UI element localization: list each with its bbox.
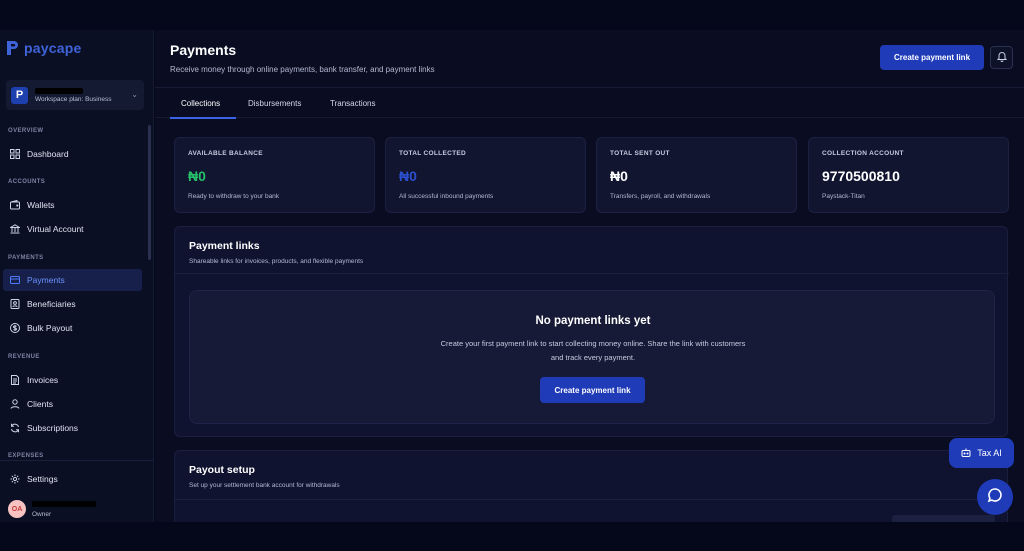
bell-icon (996, 49, 1007, 67)
active-tab-indicator (170, 117, 236, 119)
sidebar-item-clients[interactable]: Clients (3, 393, 142, 415)
stat-label: AVAILABLE BALANCE (188, 150, 263, 157)
gear-icon (9, 474, 20, 485)
logo-icon (6, 40, 19, 56)
stat-note: Ready to withdraw to your bank (188, 193, 280, 200)
sidebar-item-label: Bulk Payout (27, 323, 73, 333)
stat-value: 9770500810 (822, 168, 900, 184)
tab-collections[interactable]: Collections (181, 99, 220, 108)
sidebar-item-settings[interactable]: Settings (3, 468, 142, 490)
wallet-icon (9, 200, 20, 211)
stat-value: ₦0 (610, 168, 628, 184)
panel-title: Payment links (189, 240, 260, 252)
sidebar-item-label: Virtual Account (27, 224, 84, 234)
sidebar-item-virtual-account[interactable]: Virtual Account (3, 218, 142, 240)
chevron-down-icon: ⌄ (131, 90, 138, 99)
section-accounts: ACCOUNTS (8, 179, 46, 185)
workspace-name-redacted (35, 87, 83, 94)
stat-label: COLLECTION ACCOUNT (822, 150, 904, 157)
sidebar-item-label: Dashboard (27, 149, 69, 159)
user-icon (9, 399, 20, 410)
stat-card-total-collected: TOTAL COLLECTED ₦0 All successful inboun… (385, 137, 586, 213)
user-name-redacted (32, 501, 96, 507)
panel-divider (175, 499, 1009, 500)
stat-note: All successful inbound payments (399, 193, 494, 200)
sidebar-item-label: Wallets (27, 200, 55, 210)
page-title: Payments (170, 42, 237, 58)
sidebar-item-beneficiaries[interactable]: Beneficiaries (3, 293, 142, 315)
notifications-button[interactable] (990, 46, 1013, 69)
user-role: Owner (32, 511, 52, 518)
stat-card-collection-account: COLLECTION ACCOUNT 9770500810 Paystack-T… (808, 137, 1009, 213)
sidebar-item-bulk-payout[interactable]: Bulk Payout (3, 317, 142, 339)
stat-card-available-balance: AVAILABLE BALANCE ₦0 Ready to withdraw t… (174, 137, 375, 213)
brand-logo[interactable]: paycape (6, 40, 81, 56)
workspace-avatar: P (11, 86, 28, 104)
refresh-icon (9, 423, 20, 434)
panel-subtitle: Set up your settlement bank account for … (189, 482, 340, 489)
chat-launcher-button[interactable] (977, 479, 1013, 515)
section-revenue: REVENUE (8, 354, 40, 360)
sidebar-scrollbar[interactable] (148, 125, 151, 260)
stat-label: TOTAL COLLECTED (399, 150, 466, 157)
sidebar-divider (0, 460, 154, 461)
sidebar-item-label: Invoices (27, 375, 59, 385)
stat-value: ₦0 (188, 168, 206, 184)
robot-icon (961, 448, 971, 459)
tab-disbursements[interactable]: Disbursements (248, 99, 301, 108)
brand-name: paycape (24, 40, 82, 56)
empty-state-description: Create your first payment link to start … (440, 339, 746, 362)
panel-subtitle: Shareable links for invoices, products, … (189, 258, 364, 265)
dollar-circle-icon (9, 323, 20, 334)
sidebar-item-label: Subscriptions (27, 423, 79, 433)
stat-value: ₦0 (399, 168, 417, 184)
payment-links-panel: Payment links Shareable links for invoic… (174, 226, 1009, 437)
workspace-switcher[interactable]: P Workspace plan: Business ⌄ (6, 80, 144, 110)
sidebar-item-payments[interactable]: Payments (3, 269, 142, 291)
tabs-bar: Collections Disbursements Transactions (155, 87, 1024, 119)
section-payments: PAYMENTS (8, 255, 44, 261)
sidebar-item-label: Beneficiaries (27, 299, 76, 309)
stat-label: TOTAL SENT OUT (610, 150, 670, 157)
sidebar: paycape P Workspace plan: Business ⌄ OVE… (0, 30, 154, 522)
contact-book-icon (9, 299, 20, 310)
sidebar-item-dashboard[interactable]: Dashboard (3, 143, 142, 165)
page-subtitle: Receive money through online payments, b… (170, 65, 435, 74)
main-content: Payments Receive money through online pa… (155, 30, 1024, 530)
section-expenses: EXPENSES (8, 453, 44, 459)
top-letterbox (0, 0, 1024, 30)
tax-ai-label: Tax AI (977, 448, 1002, 458)
create-payment-link-button[interactable]: Create payment link (880, 45, 984, 70)
tax-ai-button[interactable]: Tax AI (949, 438, 1014, 468)
document-icon (9, 375, 20, 386)
bottom-letterbox (0, 522, 1024, 551)
sidebar-item-invoices[interactable]: Invoices (3, 369, 142, 391)
sidebar-item-subscriptions[interactable]: Subscriptions (3, 417, 142, 439)
stat-note: Transfers, payroll, and withdrawals (610, 193, 711, 200)
workspace-plan: Workspace plan: Business (35, 95, 112, 103)
grid-icon (9, 149, 20, 160)
empty-state: No payment links yet Create your first p… (189, 290, 995, 424)
sidebar-item-label: Settings (27, 474, 58, 484)
stat-note: Paystack-Titan (822, 193, 865, 200)
bank-icon (9, 224, 20, 235)
tab-transactions[interactable]: Transactions (330, 99, 376, 108)
sidebar-item-label: Payments (27, 275, 65, 285)
credit-card-icon (9, 275, 20, 286)
payout-setup-panel: Payout setup Set up your settlement bank… (174, 450, 1009, 530)
sidebar-item-label: Clients (27, 399, 53, 409)
empty-state-title: No payment links yet (535, 315, 651, 327)
sidebar-item-wallets[interactable]: Wallets (3, 194, 142, 216)
panel-divider (175, 273, 1009, 274)
panel-title: Payout setup (189, 464, 255, 476)
stat-card-total-sent-out: TOTAL SENT OUT ₦0 Transfers, payroll, an… (596, 137, 797, 213)
create-payment-link-button-empty[interactable]: Create payment link (540, 377, 645, 403)
user-avatar[interactable]: OA (8, 500, 26, 518)
section-overview: OVERVIEW (8, 128, 44, 134)
chat-bubble-icon (987, 487, 1003, 508)
